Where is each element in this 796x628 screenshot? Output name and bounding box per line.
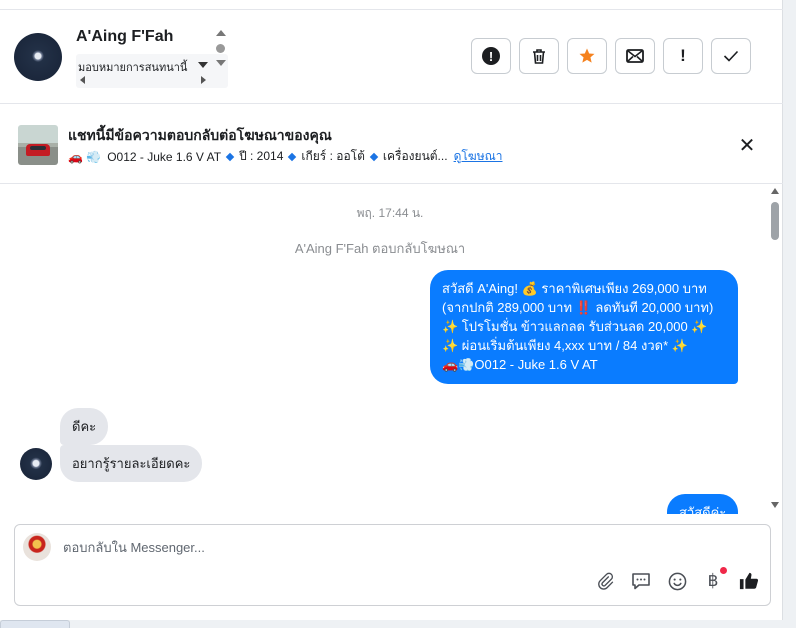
outgoing-message[interactable]: สวัสดี A'Aing! 💰 ราคาพิเศษเพียง 269,000 … bbox=[430, 270, 738, 384]
delete-button[interactable] bbox=[519, 38, 559, 74]
scroll-up-icon[interactable] bbox=[216, 30, 226, 36]
scroll-up-icon[interactable] bbox=[771, 188, 779, 194]
page-avatar bbox=[23, 533, 51, 561]
view-ad-link[interactable]: ดูโฆษณา bbox=[454, 147, 503, 166]
follow-up-button[interactable]: ! bbox=[663, 38, 703, 74]
composer-tools: ฿ bbox=[595, 567, 759, 591]
scroll-thumb[interactable] bbox=[216, 44, 225, 53]
outgoing-message[interactable]: สวัสดีค่ะ bbox=[667, 494, 738, 514]
reply-input[interactable] bbox=[63, 540, 663, 555]
diamond-icon bbox=[369, 152, 379, 161]
scroll-left-icon[interactable] bbox=[80, 76, 85, 84]
system-note: A'Aing F'Fah ตอบกลับโฆษณา bbox=[294, 241, 466, 256]
done-button[interactable] bbox=[711, 38, 751, 74]
scroll-down-icon[interactable] bbox=[771, 502, 779, 508]
check-icon bbox=[723, 50, 739, 62]
envelope-icon bbox=[626, 49, 644, 63]
ad-details: 🚗 💨 O012 - Juke 1.6 V AT ปี : 2014 เกียร… bbox=[68, 147, 503, 166]
smiley-icon[interactable] bbox=[667, 571, 687, 591]
conversation-panel: A'Aing F'Fah มอบหมายการสนทนานี้ ! ! แชทน… bbox=[0, 0, 783, 620]
paperclip-icon[interactable] bbox=[595, 571, 615, 591]
notification-dot bbox=[720, 567, 727, 574]
incoming-message[interactable]: ดีคะ bbox=[60, 408, 109, 445]
car-emoji: 🚗 💨 bbox=[68, 149, 102, 164]
car-window bbox=[30, 146, 46, 150]
message-thread[interactable]: พฤ. 17:44 น. A'Aing F'Fah ตอบกลับโฆษณา ส… bbox=[0, 184, 783, 514]
contact-avatar[interactable] bbox=[14, 33, 62, 81]
diamond-icon bbox=[288, 152, 297, 161]
ad-reply-banner: แชทนี้มีข้อความตอบกลับต่อโฆษณาของคุณ 🚗 💨… bbox=[0, 104, 783, 184]
scroll-right-icon[interactable] bbox=[201, 76, 206, 84]
exclamation-icon: ! bbox=[680, 46, 686, 65]
incoming-message[interactable]: อยากรู้รายละเอียดคะ bbox=[60, 445, 203, 482]
ad-year: ปี : 2014 bbox=[239, 149, 284, 163]
contact-name[interactable]: A'Aing F'Fah bbox=[76, 28, 173, 46]
thread-scrollbar[interactable] bbox=[768, 186, 782, 512]
message-timestamp: พฤ. 17:44 น. bbox=[356, 206, 424, 220]
ad-gear: เกียร์ : ออโต้ bbox=[301, 149, 365, 163]
header-scroll-control[interactable] bbox=[215, 28, 227, 72]
bottom-tab[interactable] bbox=[0, 620, 70, 628]
ad-engine: เครื่องยนต์... bbox=[382, 149, 448, 163]
report-button[interactable]: ! bbox=[471, 38, 511, 74]
assign-label: มอบหมายการสนทนานี้ bbox=[78, 62, 188, 74]
close-icon[interactable]: ✕ bbox=[736, 134, 758, 157]
chevron-down-icon bbox=[198, 62, 208, 68]
star-icon bbox=[579, 48, 595, 63]
star-button[interactable] bbox=[567, 38, 607, 74]
thumbs-up-icon[interactable] bbox=[739, 571, 759, 591]
assign-dropdown[interactable]: มอบหมายการสนทนานี้ bbox=[76, 54, 228, 88]
mark-unread-button[interactable] bbox=[615, 38, 655, 74]
chat-bubble-icon[interactable] bbox=[631, 571, 651, 591]
ad-banner-title: แชทนี้มีข้อความตอบกลับต่อโฆษณาของคุณ bbox=[68, 127, 332, 143]
scroll-thumb[interactable] bbox=[771, 202, 779, 240]
contact-avatar-small bbox=[20, 448, 52, 480]
conversation-header: A'Aing F'Fah มอบหมายการสนทนานี้ ! ! bbox=[0, 10, 783, 104]
scroll-down-icon[interactable] bbox=[216, 60, 226, 66]
trash-icon bbox=[533, 48, 545, 64]
ad-thumbnail[interactable] bbox=[18, 125, 58, 165]
message-composer: ฿ bbox=[14, 524, 771, 606]
diamond-icon bbox=[225, 152, 235, 161]
alert-circle-icon: ! bbox=[482, 47, 500, 65]
ad-model: O012 - Juke 1.6 V AT bbox=[107, 149, 222, 164]
header-actions: ! ! bbox=[471, 38, 751, 74]
baht-icon[interactable]: ฿ bbox=[703, 567, 727, 591]
